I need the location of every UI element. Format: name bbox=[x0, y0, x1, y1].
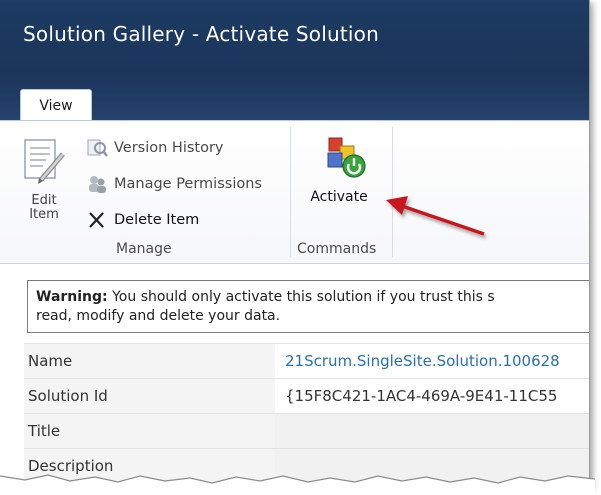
warning-line-1: Warning: You should only activate this s… bbox=[36, 288, 589, 307]
commands-group-label: Commands bbox=[297, 241, 377, 257]
edit-item-label: Edit Item bbox=[29, 193, 59, 222]
group-separator bbox=[290, 127, 291, 257]
ribbon: Edit Item Version History Manage Permiss… bbox=[0, 120, 589, 264]
screenshot-frame: Solution Gallery - Activate Solution Vie… bbox=[0, 0, 590, 488]
delete-item-button[interactable]: Delete Item bbox=[86, 208, 199, 232]
warning-message: Warning: You should only activate this s… bbox=[27, 280, 589, 333]
version-history-icon bbox=[86, 138, 108, 158]
manage-group-label: Manage bbox=[116, 241, 172, 257]
torn-edge bbox=[0, 474, 595, 495]
tab-view[interactable]: View bbox=[20, 89, 92, 122]
title-bar: Solution Gallery - Activate Solution Vie… bbox=[0, 0, 589, 122]
property-value: {15F8C421-1AC4-469A-9E41-11C55 bbox=[275, 379, 589, 414]
edit-item-icon bbox=[24, 139, 65, 184]
version-history-button[interactable]: Version History bbox=[86, 136, 224, 160]
edit-item-button[interactable]: Edit Item bbox=[18, 136, 72, 231]
activate-label: Activate bbox=[310, 189, 368, 205]
manage-permissions-icon bbox=[86, 174, 108, 194]
warning-line-2: read, modify and delete your data. bbox=[36, 308, 281, 324]
activate-icon bbox=[327, 137, 366, 178]
property-label: Solution Id bbox=[24, 379, 275, 414]
manage-permissions-button[interactable]: Manage Permissions bbox=[86, 172, 262, 196]
version-history-label: Version History bbox=[114, 140, 224, 156]
property-value-link[interactable]: 21Scrum.SingleSite.Solution.100628 bbox=[275, 344, 589, 379]
manage-permissions-label: Manage Permissions bbox=[114, 176, 262, 192]
property-row: Title bbox=[24, 413, 589, 449]
property-value bbox=[275, 414, 589, 449]
delete-item-label: Delete Item bbox=[114, 212, 200, 228]
property-label: Name bbox=[24, 344, 275, 379]
annotation-arrow bbox=[386, 196, 485, 236]
property-row: Solution Id {15F8C421-1AC4-469A-9E41-11C… bbox=[24, 378, 589, 414]
warning-text: You should only activate this solution i… bbox=[107, 289, 495, 305]
warning-prefix: Warning: bbox=[36, 289, 108, 305]
property-label: Title bbox=[24, 414, 275, 449]
page-title: Solution Gallery - Activate Solution bbox=[23, 22, 379, 46]
property-row: Name 21Scrum.SingleSite.Solution.100628 bbox=[24, 343, 589, 379]
activate-button[interactable]: Activate bbox=[298, 133, 380, 213]
delete-x-icon bbox=[86, 210, 108, 230]
